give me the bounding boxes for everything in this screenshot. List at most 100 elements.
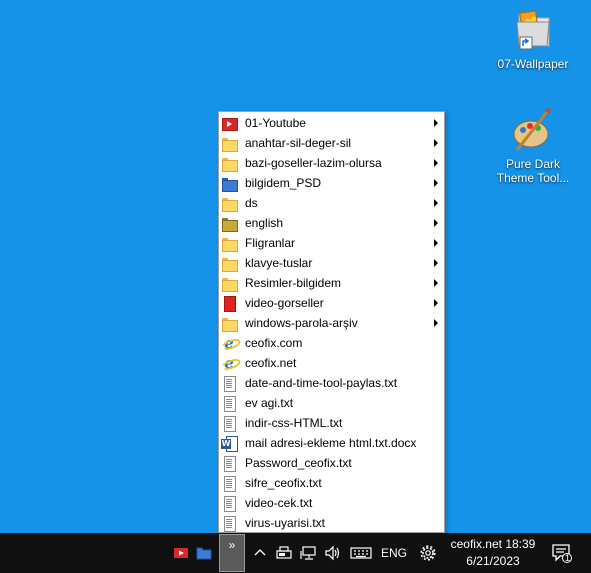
folder-shortcut-icon: [509, 6, 557, 54]
menu-item[interactable]: Resimler-bilgidem: [219, 273, 444, 293]
menu-item[interactable]: video-gorseller: [219, 293, 444, 313]
touch-keyboard-button[interactable]: [347, 533, 375, 573]
text-file-icon: [221, 415, 237, 432]
menu-item-label: virus-uyarisi.txt: [245, 516, 326, 530]
menu-item-label: Password_ceofix.txt: [245, 456, 352, 470]
submenu-arrow-icon: [434, 259, 438, 267]
menu-item-label: date-and-time-tool-paylas.txt: [245, 376, 398, 390]
speaker-icon: [325, 545, 340, 561]
printer-icon: [276, 546, 292, 559]
keyboard-icon: [350, 547, 372, 559]
text-file-icon: [221, 375, 237, 392]
taskbar-folder-toolbar-button[interactable]: [194, 533, 214, 573]
menu-item[interactable]: date-and-time-tool-paylas.txt: [219, 373, 444, 393]
blue-folder-icon: [221, 175, 238, 192]
menu-item-label: ev agi.txt: [245, 396, 294, 410]
menu-item-label: windows-parola-arşiv: [245, 316, 358, 330]
desktop-icon-label: 07-Wallpaper: [497, 57, 569, 71]
submenu-arrow-icon: [434, 179, 438, 187]
text-file-icon: [221, 475, 237, 492]
folder-icon: [221, 235, 238, 252]
menu-item-label: 01-Youtube: [245, 116, 306, 130]
submenu-arrow-icon: [434, 299, 438, 307]
menu-item[interactable]: e ceofix.com: [219, 333, 444, 353]
menu-item-label: ceofix.net: [245, 356, 297, 370]
clock-date: 6/21/2023: [466, 554, 520, 568]
menu-item-label: ceofix.com: [245, 336, 303, 350]
language-label: ENG: [380, 546, 407, 560]
youtube-folder-icon: [221, 115, 238, 131]
menu-item[interactable]: anahtar-sil-deger-sil: [219, 133, 444, 153]
menu-item[interactable]: virus-uyarisi.txt: [219, 513, 444, 533]
folder-icon: [221, 275, 238, 292]
internet-explorer-icon: e: [221, 335, 237, 351]
desktop-icon-label-line2: Theme Tool...: [496, 171, 570, 185]
menu-item[interactable]: Password_ceofix.txt: [219, 453, 444, 473]
submenu-arrow-icon: [434, 279, 438, 287]
blue-folder-icon: [196, 547, 212, 560]
desktop: 07-Wallpaper Pure Dark Theme Tool... 01-…: [0, 0, 591, 533]
menu-item[interactable]: english: [219, 213, 444, 233]
menu-item[interactable]: ds: [219, 193, 444, 213]
gear-icon: [420, 545, 436, 561]
folder-context-menu: 01-Youtube anahtar-sil-deger-sil bazi-go…: [218, 111, 445, 533]
submenu-arrow-icon: [434, 119, 438, 127]
menu-item-label: video-cek.txt: [245, 496, 313, 510]
menu-item[interactable]: windows-parola-arşiv: [219, 313, 444, 333]
folder-icon: [221, 195, 238, 212]
submenu-arrow-icon: [434, 239, 438, 247]
dark-folder-icon: [221, 215, 238, 232]
menu-item[interactable]: video-cek.txt: [219, 493, 444, 513]
chevron-double-right-icon: »: [228, 538, 236, 552]
menu-item[interactable]: sifre_ceofix.txt: [219, 473, 444, 493]
text-file-icon: [221, 455, 237, 472]
submenu-arrow-icon: [434, 219, 438, 227]
desktop-icon-wallpaper[interactable]: 07-Wallpaper: [493, 6, 573, 71]
taskbar: » ENG ceofix.net 18:39 6/21/2023 1: [0, 533, 591, 573]
taskbar-youtube-toolbar-button[interactable]: [171, 533, 191, 573]
show-hidden-icons-button[interactable]: [250, 533, 270, 573]
toolbar-overflow-button[interactable]: »: [219, 534, 245, 572]
menu-item[interactable]: bilgidem_PSD: [219, 173, 444, 193]
tray-app-button[interactable]: [273, 533, 295, 573]
settings-button[interactable]: [416, 533, 440, 573]
menu-item-label: Fligranlar: [245, 236, 296, 250]
folder-icon: [221, 155, 238, 172]
menu-item-label: sifre_ceofix.txt: [245, 476, 322, 490]
network-icon: [300, 546, 316, 560]
clock-button[interactable]: ceofix.net 18:39 6/21/2023: [444, 533, 542, 573]
menu-item-label: video-gorseller: [245, 296, 324, 310]
youtube-icon: [174, 548, 188, 558]
internet-explorer-icon: e: [221, 355, 237, 371]
menu-item[interactable]: klavye-tuslar: [219, 253, 444, 273]
menu-item[interactable]: bazi-goseller-lazim-olursa: [219, 153, 444, 173]
red-folder-icon: [221, 295, 237, 312]
submenu-arrow-icon: [434, 319, 438, 327]
menu-item-label: klavye-tuslar: [245, 256, 313, 270]
menu-item-label: bazi-goseller-lazim-olursa: [245, 156, 382, 170]
network-button[interactable]: [297, 533, 321, 573]
folder-icon: [221, 255, 238, 272]
menu-item[interactable]: 01-Youtube: [219, 113, 444, 133]
menu-item-label: indir-css-HTML.txt: [245, 416, 343, 430]
volume-button[interactable]: [322, 533, 344, 573]
action-center-button[interactable]: 1: [546, 533, 578, 573]
text-file-icon: [221, 495, 237, 512]
desktop-icon-label-line1: Pure Dark: [505, 157, 561, 171]
menu-item-label: mail adresi-ekleme html.txt.docx: [245, 436, 417, 450]
menu-item[interactable]: e ceofix.net: [219, 353, 444, 373]
folder-icon: [221, 135, 238, 152]
input-language-button[interactable]: ENG: [379, 533, 409, 573]
menu-item[interactable]: mail adresi-ekleme html.txt.docx: [219, 433, 444, 453]
submenu-arrow-icon: [434, 159, 438, 167]
notification-count-badge: 1: [565, 553, 571, 563]
menu-item[interactable]: Fligranlar: [219, 233, 444, 253]
menu-item-label: Resimler-bilgidem: [245, 276, 342, 290]
desktop-icon-pure-dark-theme-tool[interactable]: Pure Dark Theme Tool...: [493, 106, 573, 185]
menu-item-label: ds: [245, 196, 258, 210]
paint-brush-icon: [509, 106, 557, 154]
folder-icon: [221, 315, 238, 332]
submenu-arrow-icon: [434, 139, 438, 147]
menu-item[interactable]: indir-css-HTML.txt: [219, 413, 444, 433]
menu-item[interactable]: ev agi.txt: [219, 393, 444, 413]
